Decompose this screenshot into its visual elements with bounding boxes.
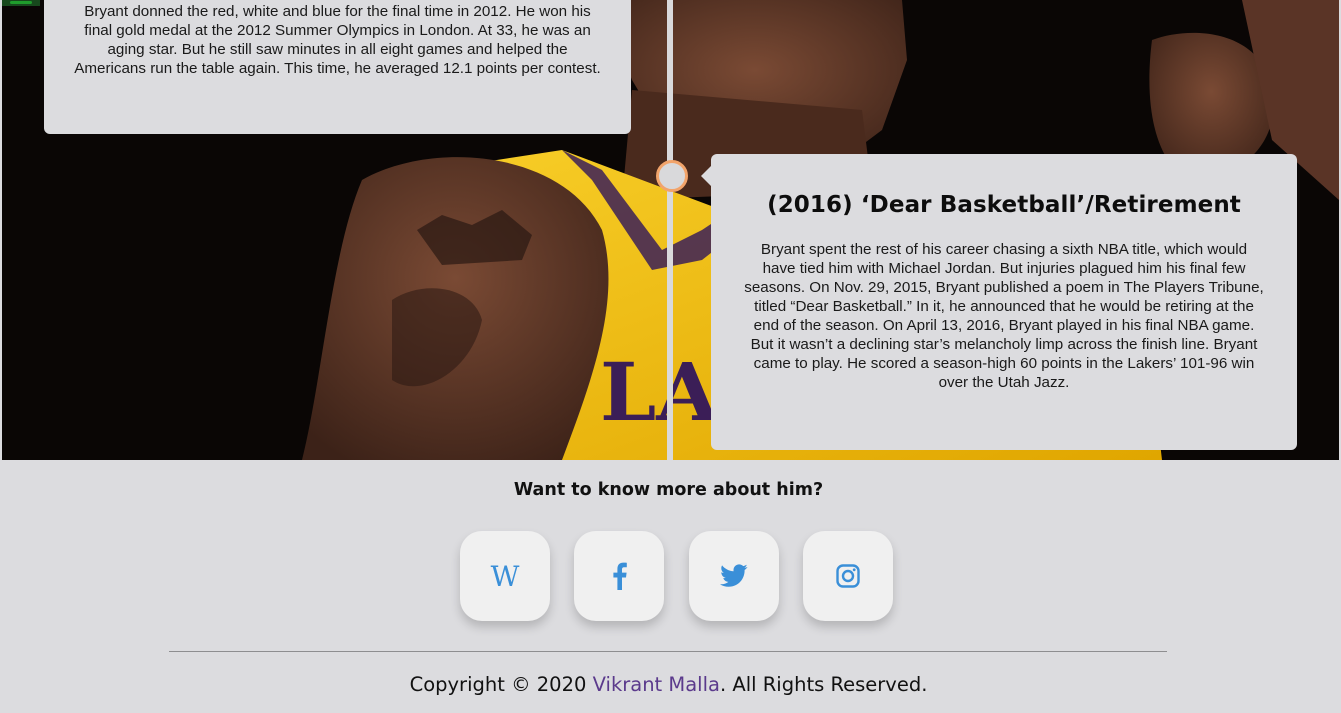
timeline-line — [667, 0, 673, 460]
copyright-prefix: Copyright © 2020 — [409, 673, 593, 696]
timeline-marker — [656, 160, 688, 192]
menu-toggle[interactable] — [2, 0, 40, 6]
timeline-hero: LAK Bryant donned the red, white and blu… — [2, 0, 1339, 460]
wikipedia-button[interactable]: W — [460, 531, 550, 621]
twitter-button[interactable] — [689, 531, 779, 621]
know-more-heading: Want to know more about him? — [513, 480, 824, 500]
copyright: Copyright © 2020 Vikrant Malla. All Righ… — [0, 673, 1337, 696]
timeline-card-text: Bryant spent the rest of his career chas… — [744, 241, 1264, 391]
facebook-button[interactable] — [574, 531, 664, 621]
menu-icon — [10, 1, 32, 4]
timeline-card-2012: Bryant donned the red, white and blue fo… — [44, 0, 631, 134]
timeline-card-title: (2016) ‘Dear Basketball’/Retirement — [767, 192, 1241, 218]
wikipedia-icon: W — [490, 559, 520, 593]
facebook-icon — [613, 562, 627, 590]
instagram-button[interactable] — [803, 531, 893, 621]
timeline-card-2016: (2016) ‘Dear Basketball’/Retirement Brya… — [701, 154, 1297, 450]
author-link[interactable]: Vikrant Malla — [593, 673, 720, 696]
timeline-card-text: Bryant donned the red, white and blue fo… — [74, 3, 601, 77]
twitter-icon — [720, 564, 748, 587]
copyright-suffix: . All Rights Reserved. — [719, 673, 928, 696]
instagram-icon — [836, 564, 860, 588]
footer-divider — [169, 651, 1167, 652]
